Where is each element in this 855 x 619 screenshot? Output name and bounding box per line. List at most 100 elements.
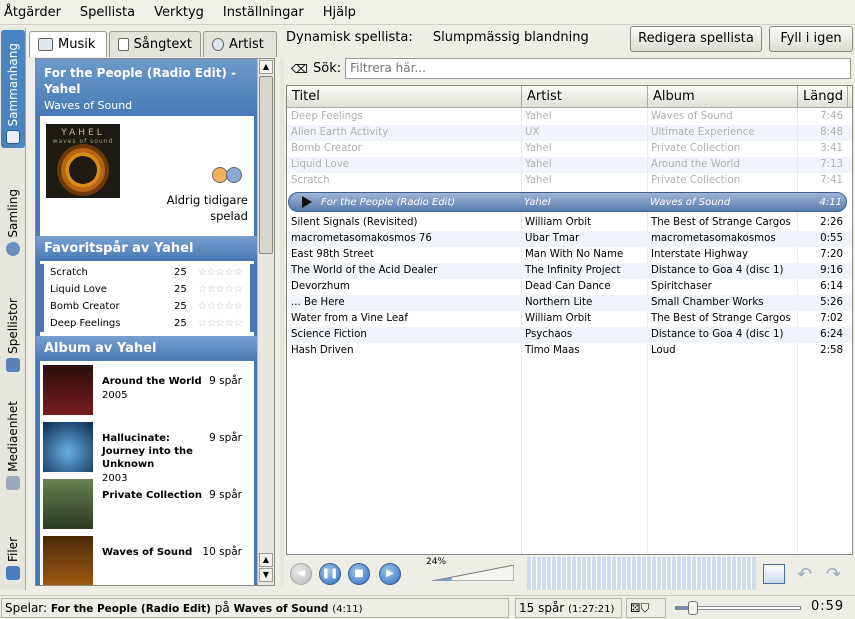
next-button[interactable]: ▶ [379, 563, 401, 585]
folder-icon [6, 566, 20, 580]
repeat-mode-icon[interactable]: ⛉ [640, 601, 649, 615]
tab-musik[interactable]: Musik [29, 31, 107, 57]
context-panel: For the People (Radio Edit) - Yahel Wave… [35, 58, 275, 586]
favorites-header: Favoritspår av Yahel [36, 236, 258, 261]
playlist-row[interactable]: Water from a Vine Leaf William Orbit The B… [287, 311, 852, 327]
playlist-table: Titel Artist Album Längd Deep Feelings Ya… [286, 85, 853, 555]
dynamic-playlist-label: Dynamisk spellista: [286, 30, 413, 45]
now-playing-row[interactable]: For the People (Radio Edit) Yahel Waves … [288, 192, 847, 212]
playlists-icon [6, 358, 20, 372]
playlist-row[interactable]: Liquid Love Yahel Around the World 7:13 [287, 157, 852, 173]
menu-bar: Åtgärder Spellista Verktyg Inställningar… [0, 0, 855, 25]
panel-splitter[interactable] [280, 58, 284, 586]
current-track-info: YAHEL waves of sound Aldrig tidigare spe… [36, 116, 258, 236]
playlist-row[interactable]: Scratch Yahel Private Collection 7:41 [287, 173, 852, 189]
side-tab-sammanhang[interactable]: Sammanhang [1, 30, 25, 148]
analyzer [527, 557, 756, 590]
album-thumbnail [43, 536, 93, 585]
favorite-row[interactable]: Liquid Love 25 ☆☆☆☆☆ [40, 281, 254, 298]
lyrics-icon [118, 38, 129, 51]
playlist-row[interactable]: East 98th Street Man With No Name Intersta… [287, 247, 852, 263]
column-album[interactable]: Album [648, 86, 798, 107]
dynamic-playlist-info: Dynamisk spellista: Slumpmässig blandnin… [286, 30, 589, 45]
playlist-browser-icon[interactable] [763, 564, 785, 584]
favorite-row[interactable]: Deep Feelings 25 ☆☆☆☆☆ [40, 315, 254, 332]
album-thumbnail [43, 365, 93, 415]
rating-stars: ☆☆☆☆☆ [198, 267, 243, 278]
tab-sangtext[interactable]: Sångtext [109, 31, 201, 57]
album-thumbnail [43, 422, 93, 472]
scroll-thumb[interactable] [259, 76, 273, 254]
scroll-down-arrow[interactable]: ▼ [259, 568, 273, 582]
status-bar: Spelar: For the People (Radio Edit) på W… [0, 595, 855, 619]
albums-list: Around the World 2005 9 spår Hallucinate: J… [36, 361, 258, 585]
column-artist[interactable]: Artist [522, 86, 648, 107]
favorite-row[interactable]: Scratch 25 ☆☆☆☆☆ [40, 264, 254, 281]
column-length[interactable]: Längd [798, 86, 848, 107]
current-track-header: For the People (Radio Edit) - Yahel Wave… [36, 59, 258, 116]
playlist-row[interactable]: Silent Signals (Revisited) William Orbit T… [287, 215, 852, 231]
search-input[interactable] [345, 57, 851, 79]
rating-stars: ☆☆☆☆☆ [198, 284, 243, 295]
never-played-text: Aldrig tidigare spelad [166, 193, 248, 223]
search-label: Sök: [313, 60, 342, 76]
scroll-up-arrow-lower[interactable]: ▲ [259, 553, 273, 567]
album-row[interactable]: Around the World 2005 9 spår [36, 361, 258, 418]
playlist-row[interactable]: macrometasomakosmos 76 Ubar Tmar macrometa… [287, 231, 852, 247]
album-cover[interactable]: YAHEL waves of sound [46, 124, 120, 198]
status-mode-icons[interactable]: ⚄⛉ [626, 598, 666, 618]
album-row[interactable]: Waves of Sound 10 spår [36, 532, 258, 585]
current-track-title: For the People (Radio Edit) - Yahel [44, 66, 237, 96]
favorites-list: Scratch 25 ☆☆☆☆☆ Liquid Love 25 ☆☆☆☆☆ Bomb Cre… [36, 261, 258, 336]
redo-icon[interactable]: ↷ [826, 564, 841, 585]
side-tab-filer[interactable]: Filer [1, 498, 25, 584]
context-scrollbar[interactable]: ▲ ▲ ▼ [257, 59, 274, 585]
people-icon [212, 164, 246, 186]
stop-button[interactable]: ■ [348, 563, 370, 585]
menu-installningar[interactable]: Inställningar [223, 5, 304, 20]
playlist-row[interactable]: Hash Driven Timo Maas Loud 2:58 [287, 343, 852, 359]
artist-icon [212, 38, 224, 51]
column-title[interactable]: Titel [287, 86, 522, 107]
favorite-row[interactable]: Bomb Creator 25 ☆☆☆☆☆ [40, 298, 254, 315]
refill-button[interactable]: Fyll i igen [769, 26, 853, 52]
playlist-row[interactable]: Alien Earth Activity UX Ultimate Experienc… [287, 125, 852, 141]
play-indicator-icon [302, 196, 312, 208]
volume-slider[interactable]: 24% [418, 557, 518, 589]
playlist-row[interactable]: Devorzhum Dead Can Dance Spiritchaser 6:14 [287, 279, 852, 295]
playlist-row[interactable]: The World of the Acid Dealer The Infinity… [287, 263, 852, 279]
album-row[interactable]: Hallucinate: Journey into the Unknown 200… [36, 418, 258, 484]
playlist-row[interactable]: ... Be Here Northern Lite Small Chamber Wo… [287, 295, 852, 311]
music-icon [38, 38, 53, 51]
playlist-row[interactable]: Science Fiction Psychaos Distance to Goa 4… [287, 327, 852, 343]
info-icon [6, 130, 20, 144]
tab-artist[interactable]: Artist [203, 31, 277, 57]
random-mode-icon[interactable]: ⚄ [630, 601, 640, 615]
media-device-icon [6, 476, 20, 490]
edit-playlist-button[interactable]: Redigera spellista [630, 26, 762, 52]
menu-hjalp[interactable]: Hjälp [323, 5, 356, 20]
side-tab-samling[interactable]: Samling [1, 154, 25, 260]
playlist-row[interactable]: Bomb Creator Yahel Private Collection 3:41 [287, 141, 852, 157]
dynamic-playlist-value: Slumpmässig blandning [432, 30, 589, 45]
side-tab-bar: Sammanhang Samling Spellistor Mediaenhet… [0, 28, 26, 590]
undo-icon[interactable]: ↶ [797, 564, 812, 585]
context-tab-bar: Musik Sångtext Artist [29, 31, 279, 57]
previous-button[interactable]: ◀ [290, 563, 312, 585]
menu-atgarder[interactable]: Åtgärder [4, 5, 61, 20]
current-track-artist: Waves of Sound [44, 99, 133, 112]
playlist-row[interactable]: Deep Feelings Yahel Waves of Sound 7:46 [287, 109, 852, 125]
scroll-up-arrow[interactable]: ▲ [259, 60, 273, 74]
menu-verktyg[interactable]: Verktyg [154, 5, 204, 20]
album-thumbnail [43, 479, 93, 529]
side-tab-mediaenhet[interactable]: Mediaenhet [1, 380, 25, 494]
progress-slider[interactable] [675, 601, 801, 615]
status-track-count: 15 spår (1:27:21) [515, 598, 622, 618]
search-bar: ⌫ Sök: [291, 57, 851, 79]
pause-button[interactable]: ❚❚ [319, 563, 341, 585]
album-row[interactable]: Private Collection 9 spår [36, 475, 258, 532]
menu-spellista[interactable]: Spellista [80, 5, 135, 20]
side-tab-spellistor[interactable]: Spellistor [1, 266, 25, 376]
clear-search-icon[interactable]: ⌫ [291, 62, 308, 76]
rating-stars: ☆☆☆☆☆ [198, 318, 243, 329]
